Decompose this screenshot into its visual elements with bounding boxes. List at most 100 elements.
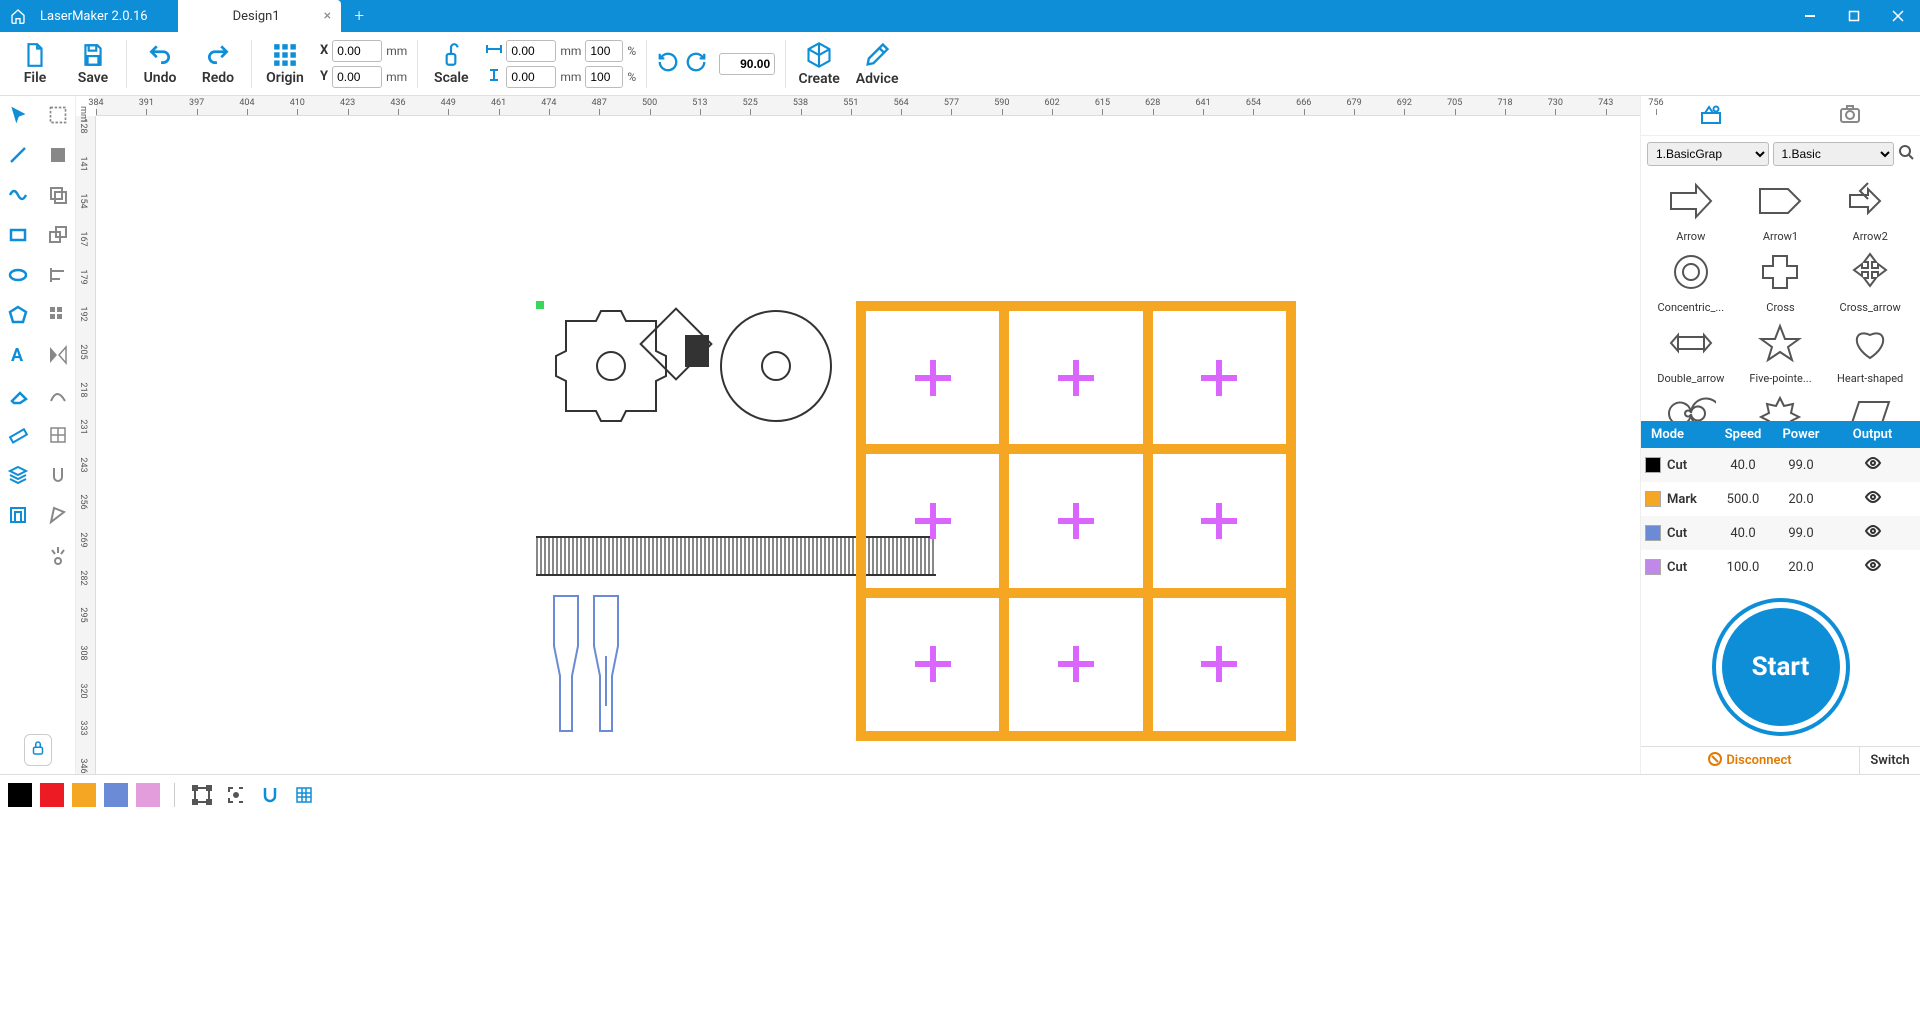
bounds-tool[interactable] bbox=[189, 782, 215, 808]
start-button[interactable]: Start bbox=[1716, 602, 1846, 732]
shape-label: Arrow1 bbox=[1763, 230, 1798, 243]
layer-row[interactable]: Mark500.020.0 bbox=[1641, 482, 1920, 516]
eraser-tool[interactable] bbox=[5, 382, 31, 408]
lock-toggle[interactable] bbox=[24, 734, 52, 766]
minimize-button[interactable] bbox=[1788, 0, 1832, 32]
design-gears[interactable] bbox=[536, 301, 846, 501]
magnet-icon[interactable] bbox=[257, 782, 283, 808]
width-input[interactable] bbox=[506, 40, 556, 62]
layer-visibility-toggle[interactable] bbox=[1829, 556, 1916, 578]
line-tool[interactable] bbox=[5, 142, 31, 168]
mirror-tool[interactable] bbox=[45, 342, 71, 368]
grid-tool[interactable] bbox=[45, 422, 71, 448]
shape-item[interactable]: Cross bbox=[1737, 245, 1825, 314]
color-swatch[interactable] bbox=[40, 783, 64, 807]
design-grid[interactable] bbox=[856, 301, 1296, 741]
color-swatch[interactable] bbox=[72, 783, 96, 807]
rect-tool[interactable] bbox=[5, 222, 31, 248]
rotate-ccw-icon[interactable] bbox=[657, 51, 679, 77]
search-icon[interactable] bbox=[1898, 144, 1914, 164]
undo-button[interactable]: Undo bbox=[131, 34, 189, 94]
scale-button[interactable]: Scale bbox=[422, 34, 480, 94]
canvas[interactable] bbox=[96, 116, 1640, 774]
grid-cell bbox=[861, 593, 1004, 736]
x-input[interactable] bbox=[332, 40, 382, 62]
document-tab[interactable]: Design1 × bbox=[178, 0, 342, 32]
file-button[interactable]: File bbox=[6, 34, 64, 94]
shape-item[interactable]: Double_arrow bbox=[1647, 316, 1735, 385]
layer-visibility-toggle[interactable] bbox=[1829, 488, 1916, 510]
polygon-tool[interactable] bbox=[5, 302, 31, 328]
color-swatch[interactable] bbox=[104, 783, 128, 807]
layer-row[interactable]: Cut40.099.0 bbox=[1641, 448, 1920, 482]
close-button[interactable] bbox=[1876, 0, 1920, 32]
category-select[interactable]: 1.BasicGrap bbox=[1647, 142, 1769, 166]
layer-visibility-toggle[interactable] bbox=[1829, 454, 1916, 476]
tab-close-icon[interactable]: × bbox=[324, 8, 331, 24]
marquee-tool[interactable] bbox=[45, 102, 71, 128]
layer-power: 20.0 bbox=[1773, 492, 1829, 507]
layers-header: Mode Speed Power Output bbox=[1641, 421, 1920, 448]
shape-item[interactable]: Helical_line bbox=[1647, 387, 1735, 421]
new-tab-button[interactable]: + bbox=[341, 0, 377, 32]
shape-label: Double_arrow bbox=[1657, 372, 1724, 385]
color-swatch[interactable] bbox=[8, 783, 32, 807]
shape-item[interactable]: Arrow2 bbox=[1826, 174, 1914, 243]
layers-tool[interactable] bbox=[5, 462, 31, 488]
h-unit: mm bbox=[560, 70, 581, 84]
origin-button[interactable]: Origin bbox=[256, 34, 314, 94]
layer-visibility-toggle[interactable] bbox=[1829, 522, 1916, 544]
rotate-cw-icon[interactable] bbox=[685, 51, 707, 77]
subcategory-select[interactable]: 1.Basic bbox=[1773, 142, 1895, 166]
redo-button[interactable]: Redo bbox=[189, 34, 247, 94]
y-input[interactable] bbox=[332, 66, 382, 88]
shapes-library: Arrow Arrow1 Arrow2 Concentric_...CrossCros… bbox=[1641, 172, 1920, 421]
magnet-tool[interactable] bbox=[45, 462, 71, 488]
layer-color-swatch bbox=[1645, 457, 1661, 473]
plus-icon bbox=[1201, 646, 1237, 682]
design-blue-parts[interactable] bbox=[544, 586, 644, 736]
layer-row[interactable]: Cut100.020.0 bbox=[1641, 550, 1920, 584]
shape-item[interactable]: Arrow1 bbox=[1737, 174, 1825, 243]
home-button[interactable] bbox=[0, 0, 36, 32]
camera-tab-icon[interactable] bbox=[1838, 102, 1862, 130]
ruler-tool[interactable] bbox=[5, 422, 31, 448]
shape-item[interactable]: Hexagonal_... bbox=[1737, 387, 1825, 421]
align-tool[interactable] bbox=[45, 262, 71, 288]
text-tool[interactable]: A bbox=[5, 342, 31, 368]
height-input[interactable] bbox=[506, 66, 556, 88]
pointer-tool[interactable] bbox=[5, 102, 31, 128]
ellipse-tool[interactable] bbox=[5, 262, 31, 288]
shape-item[interactable]: Heart-shaped bbox=[1826, 316, 1914, 385]
width-pct-input[interactable] bbox=[585, 40, 623, 62]
duplicate-tool[interactable] bbox=[45, 222, 71, 248]
rotate-tool[interactable] bbox=[45, 502, 71, 528]
grid-icon[interactable] bbox=[291, 782, 317, 808]
shape-item[interactable]: Parallelogram bbox=[1826, 387, 1914, 421]
path-tool[interactable] bbox=[45, 382, 71, 408]
fill-tool[interactable] bbox=[45, 142, 71, 168]
maximize-button[interactable] bbox=[1832, 0, 1876, 32]
copy-tool[interactable] bbox=[45, 182, 71, 208]
save-button[interactable]: Save bbox=[64, 34, 122, 94]
layer-row[interactable]: Cut40.099.0 bbox=[1641, 516, 1920, 550]
curve-tool[interactable] bbox=[5, 182, 31, 208]
height-pct-input[interactable] bbox=[585, 66, 623, 88]
app-name: LaserMaker 2.0.16 bbox=[36, 9, 178, 24]
focus-tool[interactable] bbox=[223, 782, 249, 808]
shape-item[interactable]: Arrow bbox=[1647, 174, 1735, 243]
frame-tool[interactable] bbox=[5, 502, 31, 528]
shape-item[interactable]: Concentric_... bbox=[1647, 245, 1735, 314]
ruler-vertical: mm12814115416717919220521823124325626928… bbox=[76, 116, 96, 774]
create-button[interactable]: Create bbox=[790, 34, 848, 94]
disconnect-status[interactable]: Disconnect bbox=[1641, 747, 1860, 774]
sun-tool[interactable] bbox=[45, 542, 71, 568]
rotation-input[interactable] bbox=[719, 53, 775, 75]
shape-item[interactable]: Cross_arrow bbox=[1826, 245, 1914, 314]
color-swatch[interactable] bbox=[136, 783, 160, 807]
switch-button[interactable]: Switch bbox=[1860, 747, 1920, 774]
shape-item[interactable]: Five-pointe... bbox=[1737, 316, 1825, 385]
array-tool[interactable] bbox=[45, 302, 71, 328]
shapes-tab-icon[interactable] bbox=[1699, 102, 1723, 130]
advice-button[interactable]: Advice bbox=[848, 34, 906, 94]
